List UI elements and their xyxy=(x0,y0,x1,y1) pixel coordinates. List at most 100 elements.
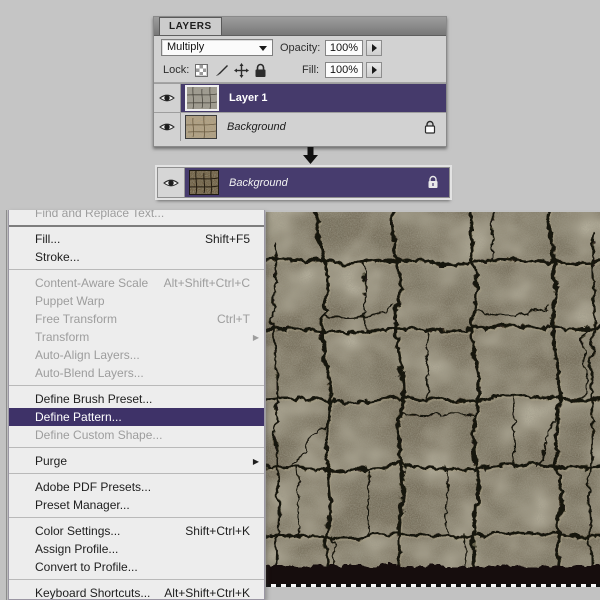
menu-item-puppet-warp: Puppet Warp xyxy=(9,292,264,310)
menu-separator xyxy=(9,222,264,230)
fill-label: Fill: xyxy=(302,64,319,76)
cracked-mud-texture-image xyxy=(266,212,600,585)
chevron-down-icon xyxy=(259,46,267,51)
lock-position-move-icon[interactable] xyxy=(234,63,249,78)
menu-item-keyboard-shortcuts[interactable]: Keyboard Shortcuts... Alt+Shift+Ctrl+K xyxy=(9,584,264,600)
menu-item-label: Auto-Align Layers... xyxy=(35,348,140,362)
menu-item-define-custom-shape: Define Custom Shape... xyxy=(9,426,264,444)
blend-opacity-row: Multiply Opacity: 100% xyxy=(154,36,446,60)
menu-item-stroke[interactable]: Stroke... xyxy=(9,248,264,266)
visibility-cell[interactable] xyxy=(154,113,181,141)
lock-paint-brush-icon[interactable] xyxy=(214,63,229,78)
menu-item-shortcut: Alt+Shift+Ctrl+C xyxy=(164,274,250,292)
lock-label: Lock: xyxy=(163,64,189,76)
layer-lock-icon xyxy=(424,120,436,134)
layer-name: Layer 1 xyxy=(229,92,268,104)
menu-separator xyxy=(9,266,264,274)
slider-arrow-icon xyxy=(372,66,377,74)
edit-menu: Find and Replace Text... Fill... Shift+F5 S… xyxy=(8,210,265,600)
menu-item-find-and-replace-text: Find and Replace Text... xyxy=(9,210,264,222)
menu-separator xyxy=(9,470,264,478)
menu-item-label: Fill... xyxy=(35,232,60,246)
layer-row-layer1[interactable]: Layer 1 xyxy=(154,83,446,112)
merged-background-thumbnail[interactable] xyxy=(189,170,219,195)
menu-item-convert-to-profile[interactable]: Convert to Profile... xyxy=(9,558,264,576)
layer-name: Background xyxy=(227,121,286,133)
layer-row-body[interactable]: Layer 1 xyxy=(181,84,446,112)
layer1-thumbnail[interactable] xyxy=(185,85,219,111)
menu-item-purge[interactable]: Purge ▶ xyxy=(9,452,264,470)
menu-item-label: Content-Aware Scale xyxy=(35,276,148,290)
menu-item-label: Puppet Warp xyxy=(35,294,105,308)
layer-name: Background xyxy=(229,177,288,189)
menu-item-define-pattern[interactable]: Define Pattern... xyxy=(9,408,264,426)
menu-item-preset-manager[interactable]: Preset Manager... xyxy=(9,496,264,514)
menu-item-label: Stroke... xyxy=(35,250,80,264)
layer-row-background[interactable]: Background xyxy=(154,112,446,141)
fill-value-box[interactable]: 100% xyxy=(325,62,363,78)
slider-arrow-icon xyxy=(372,44,377,52)
menu-item-label: Auto-Blend Layers... xyxy=(35,366,144,380)
eye-icon xyxy=(163,177,179,189)
menu-item-transform: Transform▶ xyxy=(9,328,264,346)
opacity-slider-button[interactable] xyxy=(366,40,382,56)
menu-item-shortcut: Shift+F5 xyxy=(205,230,250,248)
layer-row-body[interactable]: Background xyxy=(185,168,449,197)
lock-fill-row: Lock: Fill: 100% xyxy=(154,60,446,83)
opacity-value-box[interactable]: 100% xyxy=(325,40,363,56)
menu-separator xyxy=(9,382,264,390)
menu-item-adobe-pdf-presets[interactable]: Adobe PDF Presets... xyxy=(9,478,264,496)
menu-item-assign-profile[interactable]: Assign Profile... xyxy=(9,540,264,558)
menu-item-auto-align-layers: Auto-Align Layers... xyxy=(9,346,264,364)
blend-mode-dropdown[interactable]: Multiply xyxy=(161,39,273,56)
eye-icon xyxy=(159,121,175,133)
menu-item-label: Find and Replace Text... xyxy=(35,210,164,220)
menu-item-shortcut: Shift+Ctrl+K xyxy=(185,522,250,540)
screenshot-stage: LAYERS Multiply Opacity: 100% Lock: xyxy=(0,0,600,600)
blend-mode-value: Multiply xyxy=(167,41,204,53)
background-thumbnail[interactable] xyxy=(185,115,217,139)
opacity-label: Opacity: xyxy=(280,42,320,54)
menu-item-shortcut: Ctrl+T xyxy=(217,310,250,328)
menu-item-free-transform: Free Transform Ctrl+T xyxy=(9,310,264,328)
menu-item-label: Color Settings... xyxy=(35,524,120,538)
menu-item-label: Convert to Profile... xyxy=(35,560,138,574)
menu-item-define-brush-preset[interactable]: Define Brush Preset... xyxy=(9,390,264,408)
tab-layers[interactable]: LAYERS xyxy=(159,17,222,35)
menu-item-label: Purge xyxy=(35,454,67,468)
layer-row-body[interactable]: Background xyxy=(181,113,446,141)
selection-marching-ants xyxy=(266,584,600,587)
menu-item-label: Define Brush Preset... xyxy=(35,392,152,406)
menu-item-label: Assign Profile... xyxy=(35,542,118,556)
submenu-arrow-icon: ▶ xyxy=(253,329,259,347)
lock-all-icon[interactable] xyxy=(254,63,267,78)
menu-separator xyxy=(9,576,264,584)
submenu-arrow-icon: ▶ xyxy=(253,453,259,471)
lock-transparency-icon[interactable] xyxy=(195,64,208,77)
menu-item-label: Keyboard Shortcuts... xyxy=(35,586,150,600)
menu-item-content-aware-scale: Content-Aware Scale Alt+Shift+Ctrl+C xyxy=(9,274,264,292)
fill-slider-button[interactable] xyxy=(366,62,382,78)
layers-panel: LAYERS Multiply Opacity: 100% Lock: xyxy=(153,16,447,147)
menu-item-label: Define Pattern... xyxy=(35,410,122,424)
layers-panel-tabbar: LAYERS xyxy=(154,17,446,36)
eye-icon xyxy=(159,92,175,104)
menu-item-color-settings[interactable]: Color Settings... Shift+Ctrl+K xyxy=(9,522,264,540)
menu-item-auto-blend-layers: Auto-Blend Layers... xyxy=(9,364,264,382)
menu-item-label: Free Transform xyxy=(35,312,117,326)
menu-item-label: Preset Manager... xyxy=(35,498,130,512)
menu-item-label: Define Custom Shape... xyxy=(35,428,162,442)
menu-item-label: Adobe PDF Presets... xyxy=(35,480,151,494)
document-canvas xyxy=(266,212,600,585)
layer-lock-icon xyxy=(427,175,439,189)
menu-separator xyxy=(9,514,264,522)
visibility-cell[interactable] xyxy=(158,168,185,197)
menu-item-shortcut: Alt+Shift+Ctrl+K xyxy=(164,584,250,600)
menu-separator xyxy=(9,444,264,452)
bottom-section: Find and Replace Text... Fill... Shift+F5 S… xyxy=(0,210,600,600)
edit-menu-items: Find and Replace Text... Fill... Shift+F5 S… xyxy=(9,210,264,600)
menu-item-fill[interactable]: Fill... Shift+F5 xyxy=(9,230,264,248)
visibility-cell[interactable] xyxy=(154,84,181,112)
window-edge-line xyxy=(6,210,7,600)
result-layer-strip[interactable]: Background xyxy=(157,167,450,198)
